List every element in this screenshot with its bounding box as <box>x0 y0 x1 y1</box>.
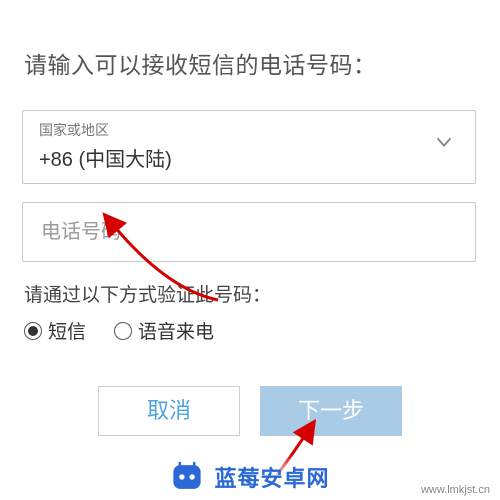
verify-label: 请通过以下方式验证此号码： <box>24 280 478 307</box>
radio-voice[interactable]: 语音来电 <box>114 317 214 344</box>
next-button[interactable]: 下一步 <box>260 386 402 436</box>
watermark: 蓝莓安卓网 www.lmkjst.cn <box>0 454 500 500</box>
country-value: +86 (中国大陆) <box>39 143 459 172</box>
page-title: 请输入可以接收短信的电话号码： <box>24 46 478 80</box>
cancel-button[interactable]: 取消 <box>98 386 240 436</box>
button-row: 取消 下一步 <box>22 386 478 436</box>
country-label: 国家或地区 <box>39 121 459 139</box>
verify-radio-group: 短信 语音来电 <box>24 317 478 344</box>
radio-dot-icon <box>24 322 42 340</box>
country-select[interactable]: 国家或地区 +86 (中国大陆) <box>22 110 476 184</box>
radio-sms-label: 短信 <box>48 317 86 344</box>
phone-field[interactable] <box>22 202 476 262</box>
phone-input[interactable] <box>39 220 459 245</box>
radio-dot-icon <box>114 322 132 340</box>
logo-icon <box>170 460 204 494</box>
radio-voice-label: 语音来电 <box>138 317 214 344</box>
radio-sms[interactable]: 短信 <box>24 317 86 344</box>
watermark-text: 蓝莓安卓网 <box>214 461 329 493</box>
watermark-url: www.lmkjst.cn <box>421 484 490 496</box>
